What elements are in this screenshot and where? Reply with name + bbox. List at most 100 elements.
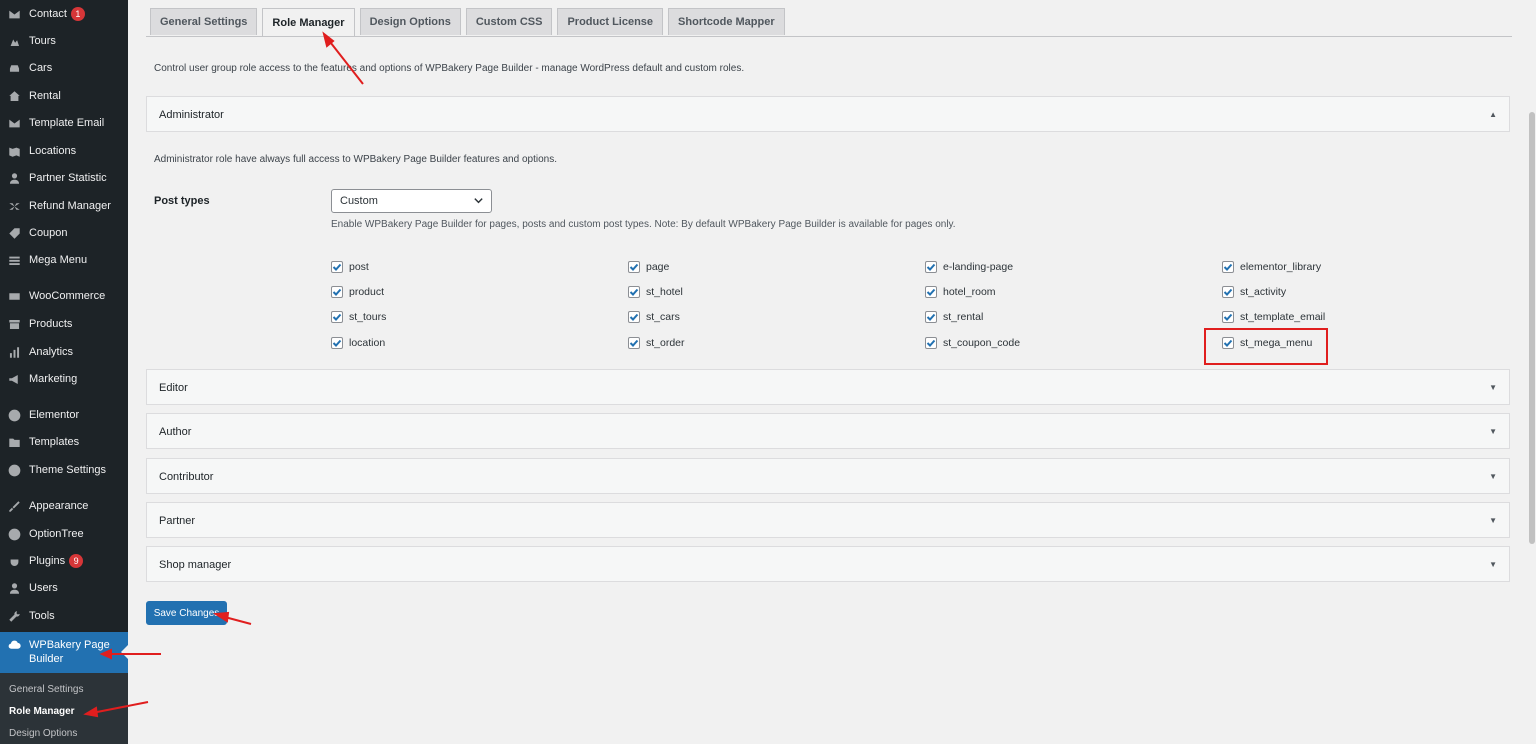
post-type-checkbox-st_activity[interactable]: st_activity [1222,286,1286,298]
post-types-select[interactable]: Custom [331,189,492,213]
post-type-checkbox-e-landing-page[interactable]: e-landing-page [925,261,1013,273]
mail-icon [7,7,21,21]
checkmark-icon[interactable] [925,261,937,273]
save-changes-button[interactable]: Save Changes [146,601,227,625]
sidebar-item-rental[interactable]: Rental [0,85,128,107]
post-type-checkbox-product[interactable]: product [331,286,384,298]
checkmark-icon[interactable] [1222,261,1234,273]
admin-description: Administrator role have always full acce… [154,154,557,165]
checkmark-icon[interactable] [628,337,640,349]
sidebar-item-label: Products [29,318,73,330]
post-type-checkbox-st_cars[interactable]: st_cars [628,311,680,323]
sidebar-item-contact[interactable]: Contact 1 [0,3,128,25]
checkmark-icon[interactable] [331,286,343,298]
checkbox-label: elementor_library [1240,261,1322,273]
sidebar-item-label: WooCommerce [29,290,106,302]
post-type-checkbox-elementor_library[interactable]: elementor_library [1222,261,1321,273]
sidebar-item-label: OptionTree [29,528,84,540]
sidebar-item-marketing[interactable]: Marketing [0,368,128,390]
checkmark-icon[interactable] [925,286,937,298]
role-panel-editor[interactable]: Editor ▼ [146,369,1510,405]
sidebar-item-plugins[interactable]: Plugins 9 [0,550,128,572]
sidebar-item-refund-manager[interactable]: Refund Manager [0,195,128,217]
sidebar-item-templates[interactable]: Templates [0,431,128,453]
tab-product-license[interactable]: Product License [557,8,664,35]
admin-sidebar: Contact 1 Tours Cars Rental Template Email Loc… [0,0,128,744]
checkmark-icon[interactable] [925,311,937,323]
post-type-checkbox-post[interactable]: post [331,261,369,273]
role-title: Partner [159,515,196,527]
checkmark-icon[interactable] [628,286,640,298]
tab-shortcode-mapper[interactable]: Shortcode Mapper [668,8,785,35]
chart-icon [7,345,21,359]
post-type-checkbox-hotel_room[interactable]: hotel_room [925,286,996,298]
map-icon [7,144,21,158]
sidebar-item-mega-menu[interactable]: Mega Menu [0,249,128,271]
sidebar-item-label: Marketing [29,373,78,385]
mail-icon [7,116,21,130]
tab-role-manager[interactable]: Role Manager [262,8,355,37]
checkmark-icon[interactable] [628,311,640,323]
sidebar-item-tools[interactable]: Tools [0,605,128,627]
post-type-checkbox-st_rental[interactable]: st_rental [925,311,983,323]
post-type-checkbox-st_template_email[interactable]: st_template_email [1222,311,1325,323]
sidebar-item-analytics[interactable]: Analytics [0,341,128,363]
sidebar-item-users[interactable]: Users [0,577,128,599]
role-panel-author[interactable]: Author ▼ [146,413,1510,449]
sidebar-item-wpbakery[interactable]: WPBakery Page Builder [0,632,128,673]
tab-design-options[interactable]: Design Options [359,8,461,35]
tag-icon [7,226,21,240]
sidebar-item-elementor[interactable]: Elementor [0,404,128,426]
sidebar-item-products[interactable]: Products [0,313,128,335]
main-content: General Settings Role Manager Design Opt… [128,0,1536,744]
select-value: Custom [340,195,378,207]
sidebar-item-template-email[interactable]: Template Email [0,112,128,134]
role-title: Author [159,426,192,438]
caret-down-icon[interactable]: ▼ [1489,560,1497,569]
post-type-checkbox-location[interactable]: location [331,337,385,349]
post-type-checkbox-st_order[interactable]: st_order [628,337,685,349]
role-title: Administrator [159,109,224,121]
caret-down-icon[interactable]: ▼ [1489,427,1497,436]
post-type-checkbox-st_tours[interactable]: st_tours [331,311,386,323]
checkmark-icon[interactable] [1222,311,1234,323]
checkmark-icon[interactable] [1222,286,1234,298]
sidebar-item-tours[interactable]: Tours [0,30,128,52]
checkmark-icon[interactable] [331,311,343,323]
checkmark-icon[interactable] [628,261,640,273]
tab-custom-css[interactable]: Custom CSS [465,8,553,35]
role-panel-partner[interactable]: Partner ▼ [146,502,1510,538]
submenu-design-options[interactable]: Design Options [9,728,77,739]
caret-up-icon[interactable]: ▲ [1489,110,1497,119]
post-types-help: Enable WPBakery Page Builder for pages, … [331,219,956,230]
caret-down-icon[interactable]: ▼ [1489,383,1497,392]
role-panel-administrator[interactable]: Administrator ▲ [146,96,1510,132]
scrollbar-thumb[interactable] [1529,112,1535,544]
sidebar-item-label: Cars [29,62,53,74]
role-panel-shop-manager[interactable]: Shop manager ▼ [146,546,1510,582]
sidebar-item-label: Tools [29,610,55,622]
post-type-checkbox-page[interactable]: page [628,261,669,273]
submenu-general-settings[interactable]: General Settings [9,684,84,695]
sidebar-item-optiontree[interactable]: OptionTree [0,523,128,545]
post-type-checkbox-st_coupon_code[interactable]: st_coupon_code [925,337,1020,349]
checkmark-icon[interactable] [925,337,937,349]
sidebar-item-theme-settings[interactable]: Theme Settings [0,459,128,481]
caret-down-icon[interactable]: ▼ [1489,516,1497,525]
post-type-checkbox-st_hotel[interactable]: st_hotel [628,286,683,298]
sidebar-item-locations[interactable]: Locations [0,140,128,162]
sidebar-item-cars[interactable]: Cars [0,57,128,79]
sidebar-item-coupon[interactable]: Coupon [0,222,128,244]
sidebar-item-partner-statistic[interactable]: Partner Statistic [0,167,128,189]
sidebar-item-label: Partner Statistic [29,172,107,184]
sidebar-item-appearance[interactable]: Appearance [0,495,128,517]
sidebar-item-woocommerce[interactable]: WooCommerce [0,285,128,307]
checkmark-icon[interactable] [331,337,343,349]
role-panel-contributor[interactable]: Contributor ▼ [146,458,1510,494]
submenu-role-manager[interactable]: Role Manager [9,706,75,717]
sidebar-item-label: Template Email [29,117,105,129]
tab-general-settings[interactable]: General Settings [150,8,258,35]
checkmark-icon[interactable] [331,261,343,273]
caret-down-icon[interactable]: ▼ [1489,472,1497,481]
sidebar-item-label: Mega Menu [29,254,88,266]
